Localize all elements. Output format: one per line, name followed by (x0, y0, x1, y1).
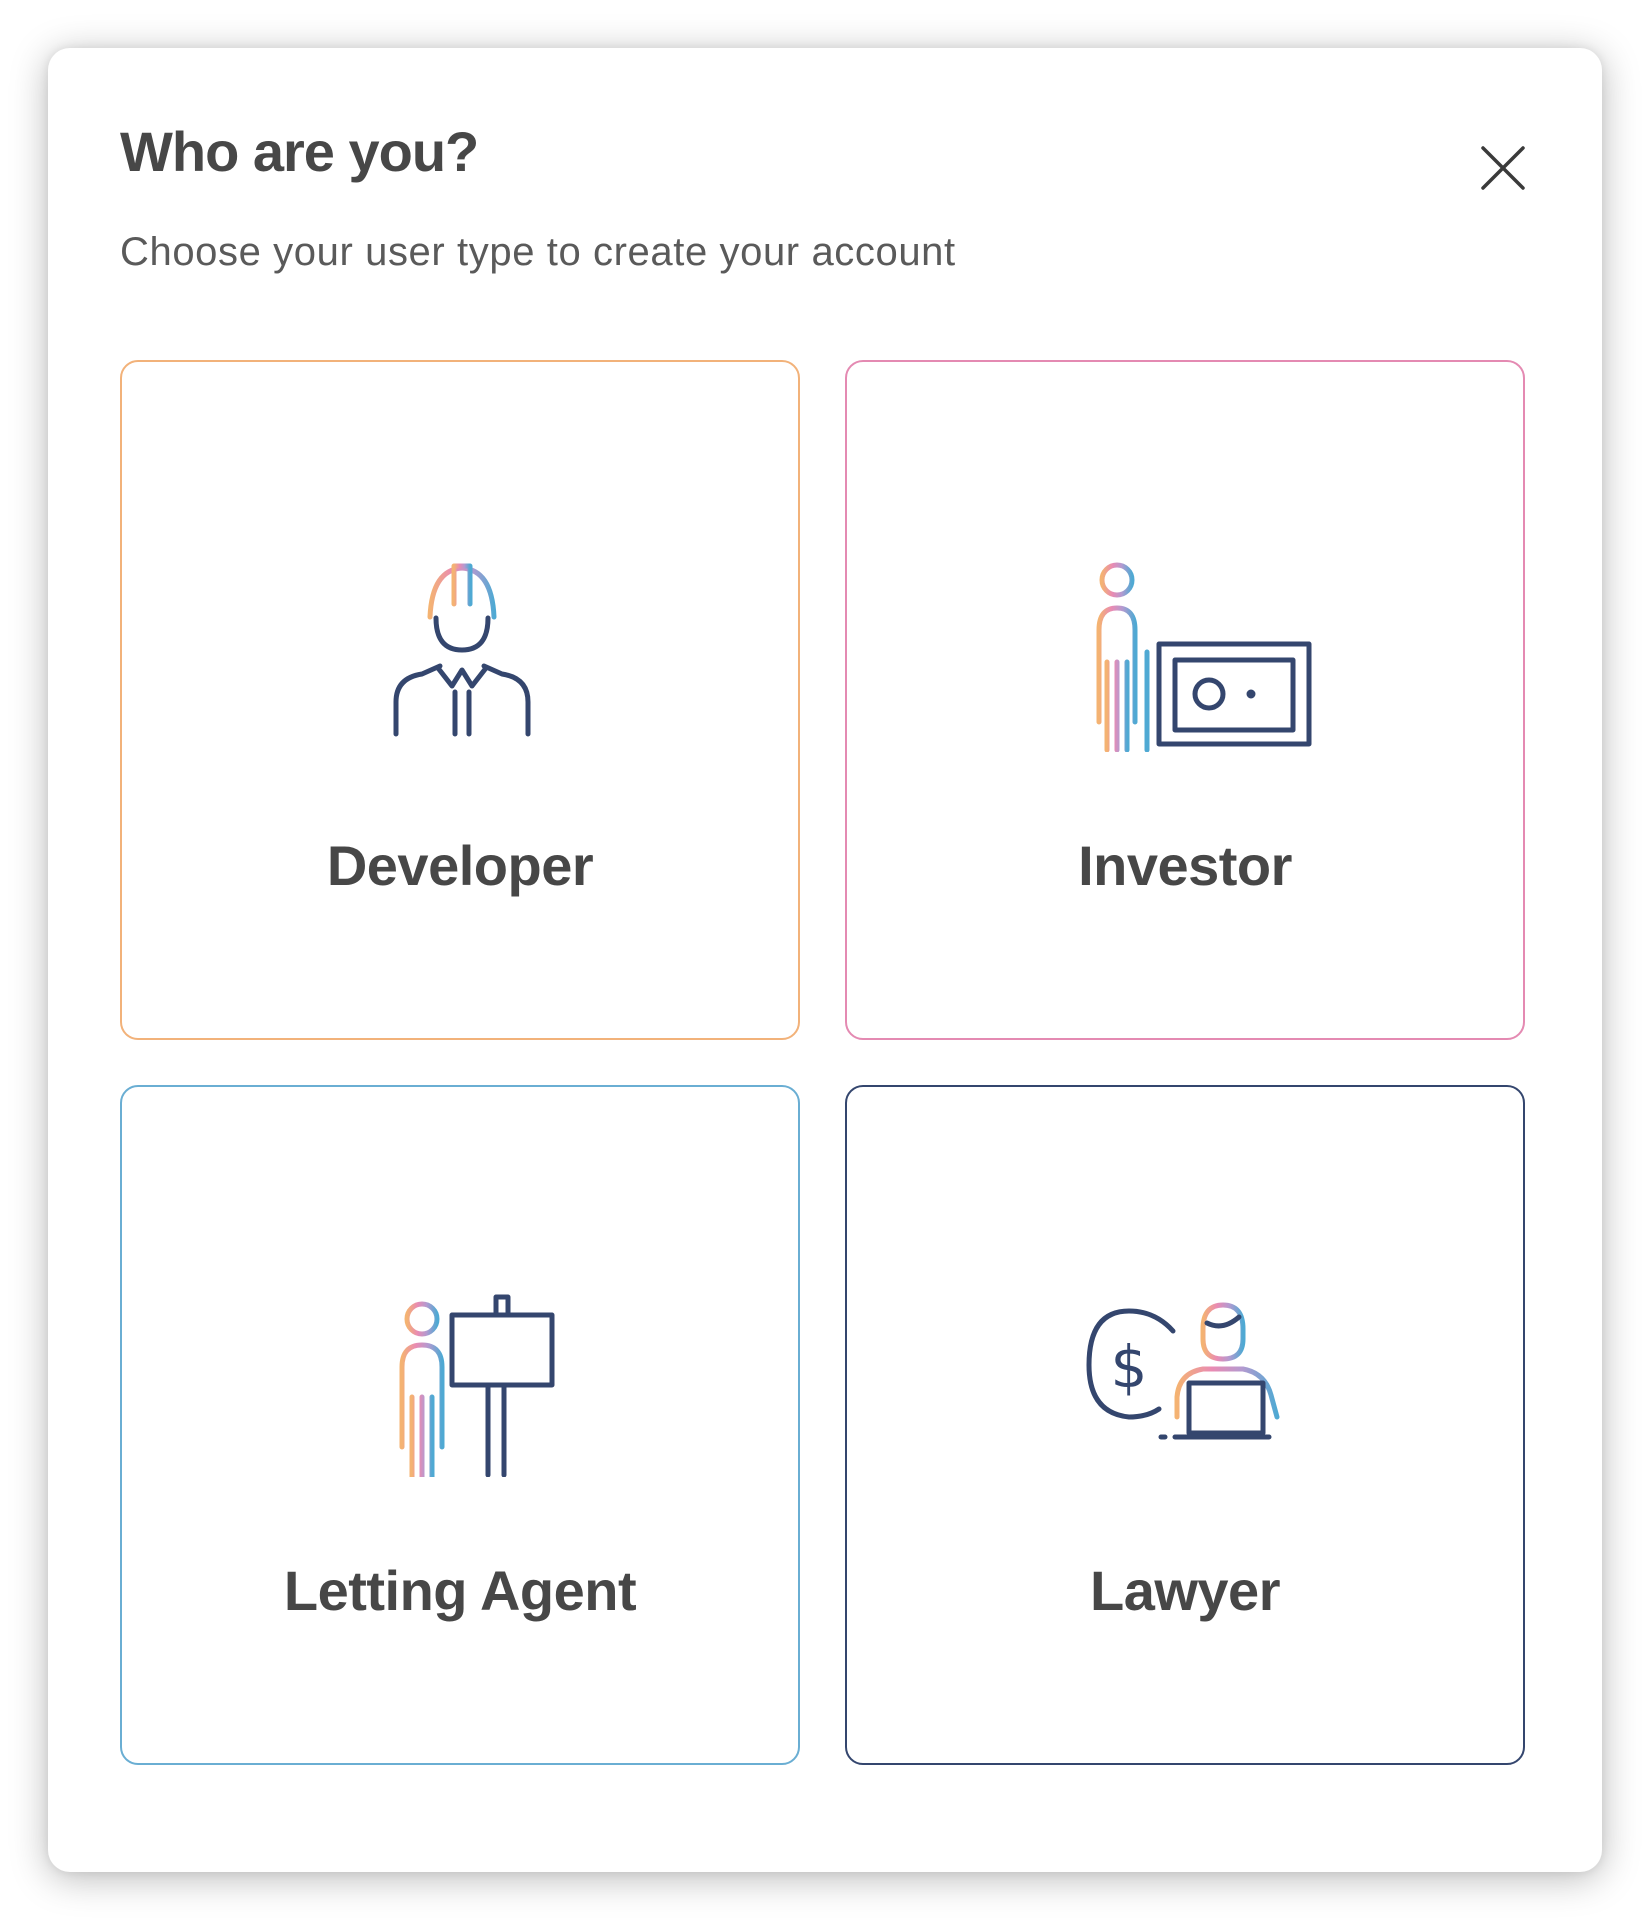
investor-money-icon (1096, 562, 1312, 752)
letting-agent-label: Letting Agent (283, 1559, 637, 1622)
modal-title: Who are you? (120, 120, 479, 183)
developer-label: Developer (326, 834, 594, 897)
developer-card[interactable]: Developer (120, 360, 800, 1040)
modal-subtitle: Choose your user type to create your acc… (120, 230, 956, 274)
investor-card[interactable]: Investor (845, 360, 1525, 1040)
letting-agent-sign-icon (399, 1294, 555, 1477)
construction-worker-icon (393, 563, 531, 737)
lawyer-label: Lawyer (1090, 1559, 1281, 1622)
lawyer-card[interactable]: $ Lawyer (845, 1085, 1525, 1765)
close-button[interactable] (1463, 128, 1543, 208)
user-type-modal: Who are you? Choose your user type to cr… (48, 48, 1602, 1872)
close-icon (1481, 146, 1525, 190)
lawyer-laptop-icon: $ (1086, 1302, 1280, 1440)
investor-label: Investor (1078, 834, 1292, 897)
letting-agent-card[interactable]: Letting Agent (120, 1085, 800, 1765)
svg-text:$: $ (1111, 1333, 1148, 1401)
